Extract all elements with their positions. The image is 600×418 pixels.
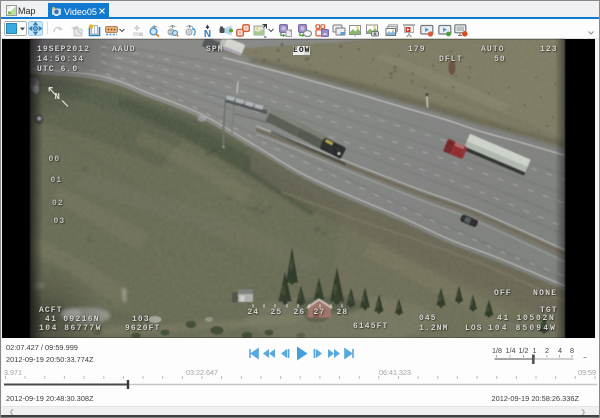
- svg-text:1/2: 1/2: [519, 346, 529, 355]
- svg-text:2: 2: [545, 346, 549, 355]
- svg-text:1/8: 1/8: [492, 346, 502, 355]
- svg-text:1/4: 1/4: [506, 346, 516, 355]
- svg-text:1: 1: [533, 346, 537, 355]
- svg-text:4: 4: [558, 346, 562, 355]
- svg-text:N: N: [203, 29, 210, 38]
- svg-text:N: N: [55, 92, 60, 102]
- svg-text:8: 8: [570, 346, 574, 355]
